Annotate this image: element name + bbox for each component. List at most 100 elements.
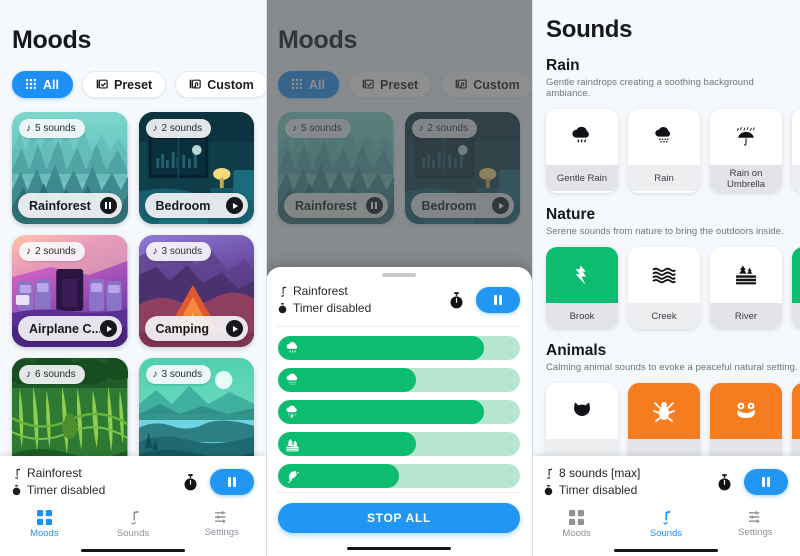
sound-card-rain-partial[interactable]: Rai <box>792 109 800 193</box>
sliders-icon <box>214 510 229 524</box>
grid-icon <box>569 510 585 525</box>
sound-card-owl[interactable] <box>792 383 800 465</box>
volume-slider-thunderstorm[interactable] <box>278 400 520 424</box>
grid-icon <box>36 510 52 525</box>
mood-card-jungle[interactable]: ♪ 6 sounds Jungle <box>12 358 128 470</box>
bottom-navigation: Moods Sounds Settings <box>0 507 266 545</box>
music-note-icon <box>544 468 553 479</box>
water-waves-icon <box>628 247 700 303</box>
timer-status-row: Timer disabled <box>12 482 182 499</box>
mood-card-title: Rainforest <box>29 198 91 213</box>
mood-card-grid: ♪ 5 sounds Rainforest <box>0 98 266 470</box>
stopwatch-icon-button[interactable] <box>716 473 733 491</box>
pause-button[interactable] <box>744 469 788 495</box>
section-description: Serene sounds from nature to bring the o… <box>546 226 784 237</box>
mood-card-camping[interactable]: ♪ 3 sounds Camping <box>138 235 254 347</box>
section-title: Nature <box>546 206 596 223</box>
sound-card-label: Gentle Rain <box>546 165 618 191</box>
sheet-player-info: Rainforest Timer disabled <box>278 283 448 317</box>
mood-sound-count-label: 3 sounds <box>161 246 203 257</box>
section-description: Calming animal sounds to evoke a peacefu… <box>546 362 798 373</box>
mood-card-lake[interactable]: ♪ 3 sounds Lake <box>138 358 254 470</box>
play-icon-button[interactable] <box>99 320 117 337</box>
mood-card-footer: Rainforest <box>18 193 122 218</box>
sound-card-frog[interactable] <box>710 383 782 465</box>
sound-section-nature: Nature Serene sounds from nature to brin… <box>532 193 800 329</box>
mood-sound-count-badge: ♪ 2 sounds <box>145 119 212 138</box>
nav-item-sounds[interactable]: Sounds <box>621 510 710 539</box>
volume-slider-rain-cloud[interactable] <box>278 336 520 360</box>
volume-slider-bird[interactable] <box>278 464 520 488</box>
nav-item-moods[interactable]: Moods <box>0 510 89 539</box>
now-playing-label: Rainforest <box>27 466 82 480</box>
filter-chip-preset[interactable]: Preset <box>81 71 167 98</box>
pause-button[interactable] <box>210 469 254 495</box>
sound-card-label: Wi <box>792 303 800 329</box>
nav-item-moods[interactable]: Moods <box>532 510 621 539</box>
mood-card-footer: Bedroom <box>144 193 248 218</box>
mood-sound-count-badge: ♪ 2 sounds <box>19 242 85 261</box>
thunderstorm-icon <box>285 400 300 424</box>
panel-divider-1 <box>266 0 267 556</box>
sheet-divider-bottom <box>276 492 522 493</box>
sheet-drag-handle[interactable] <box>266 267 532 279</box>
nav-item-sounds[interactable]: Sounds <box>89 510 178 539</box>
nav-item-moods-label: Moods <box>562 528 591 539</box>
sound-section-animals: Animals Calming animal sounds to evoke a… <box>532 329 800 465</box>
filter-chip-all[interactable]: All <box>12 71 73 98</box>
volume-slider-forest[interactable] <box>278 432 520 456</box>
grid-icon <box>26 79 37 90</box>
play-icon-button[interactable] <box>226 320 243 337</box>
stopwatch-icon-button[interactable] <box>448 291 465 309</box>
music-note-icon: ♪ <box>152 123 158 134</box>
sound-card-rain[interactable]: Rain <box>628 109 700 193</box>
play-icon-button[interactable] <box>226 197 243 214</box>
sound-card-label: River <box>710 303 782 329</box>
section-title: Rain <box>546 57 580 74</box>
now-playing-row: 8 sounds [max] <box>544 465 716 482</box>
sound-card-rain-on-umbrella[interactable]: Rain on Umbrella <box>710 109 782 193</box>
filter-chip-custom-label: Custom <box>207 77 254 92</box>
sound-card-cat[interactable] <box>546 383 618 465</box>
pause-button[interactable] <box>476 287 520 313</box>
sound-card-wind[interactable]: Wi <box>792 247 800 329</box>
filter-chip-custom[interactable]: Custom <box>175 71 266 98</box>
layers-music-icon <box>189 79 201 91</box>
sound-card-crickets[interactable] <box>628 383 700 465</box>
mini-player-actions <box>716 469 788 495</box>
stopwatch-icon-button[interactable] <box>182 473 199 491</box>
sound-card-brook[interactable]: Brook <box>546 247 618 329</box>
sound-card-creek[interactable]: Creek <box>628 247 700 329</box>
bottom-player-and-nav: Rainforest Timer disabled Moods Sounds S… <box>0 456 266 556</box>
sound-card-gentle-rain[interactable]: Gentle Rain <box>546 109 618 193</box>
volume-slider-drizzle-cloud[interactable] <box>278 368 520 392</box>
filter-chip-all-label: All <box>43 77 59 92</box>
mini-player: Rainforest Timer disabled <box>0 456 266 507</box>
crickets-icon <box>628 383 700 439</box>
mood-filter-chips: All Preset Custom <box>0 55 266 98</box>
mood-sound-count-badge: ♪ 5 sounds <box>19 119 85 138</box>
mood-sound-count-badge: ♪ 3 sounds <box>145 365 212 384</box>
river-bank-icon <box>710 247 782 303</box>
mood-card-airplane[interactable]: ♪ 2 sounds Airplane C... <box>12 235 128 347</box>
bottom-player-and-nav: 8 sounds [max] Timer disabled Moods Soun… <box>532 456 800 556</box>
owl-icon <box>792 383 800 439</box>
mood-card-bedroom[interactable]: ♪ 2 sounds Bedroom <box>138 112 254 224</box>
mini-player-actions <box>182 469 254 495</box>
stop-all-button[interactable]: STOP ALL <box>278 503 520 533</box>
frog-icon <box>710 383 782 439</box>
home-indicator <box>532 545 800 556</box>
sliders-icon <box>748 510 763 524</box>
panel-divider-2 <box>532 0 533 556</box>
mood-sound-count-label: 6 sounds <box>35 369 76 380</box>
cat-icon <box>546 383 618 439</box>
nav-item-settings[interactable]: Settings <box>177 510 266 539</box>
checkbox-stack-icon <box>96 79 108 91</box>
sound-card-river[interactable]: River <box>710 247 782 329</box>
sound-card-label: Creek <box>628 303 700 329</box>
pause-icon-button[interactable] <box>99 197 117 214</box>
sheet-player-header: Rainforest Timer disabled <box>266 279 532 326</box>
mood-card-rainforest[interactable]: ♪ 5 sounds Rainforest <box>12 112 128 224</box>
volume-slider-list <box>266 327 532 492</box>
nav-item-settings[interactable]: Settings <box>711 510 800 539</box>
